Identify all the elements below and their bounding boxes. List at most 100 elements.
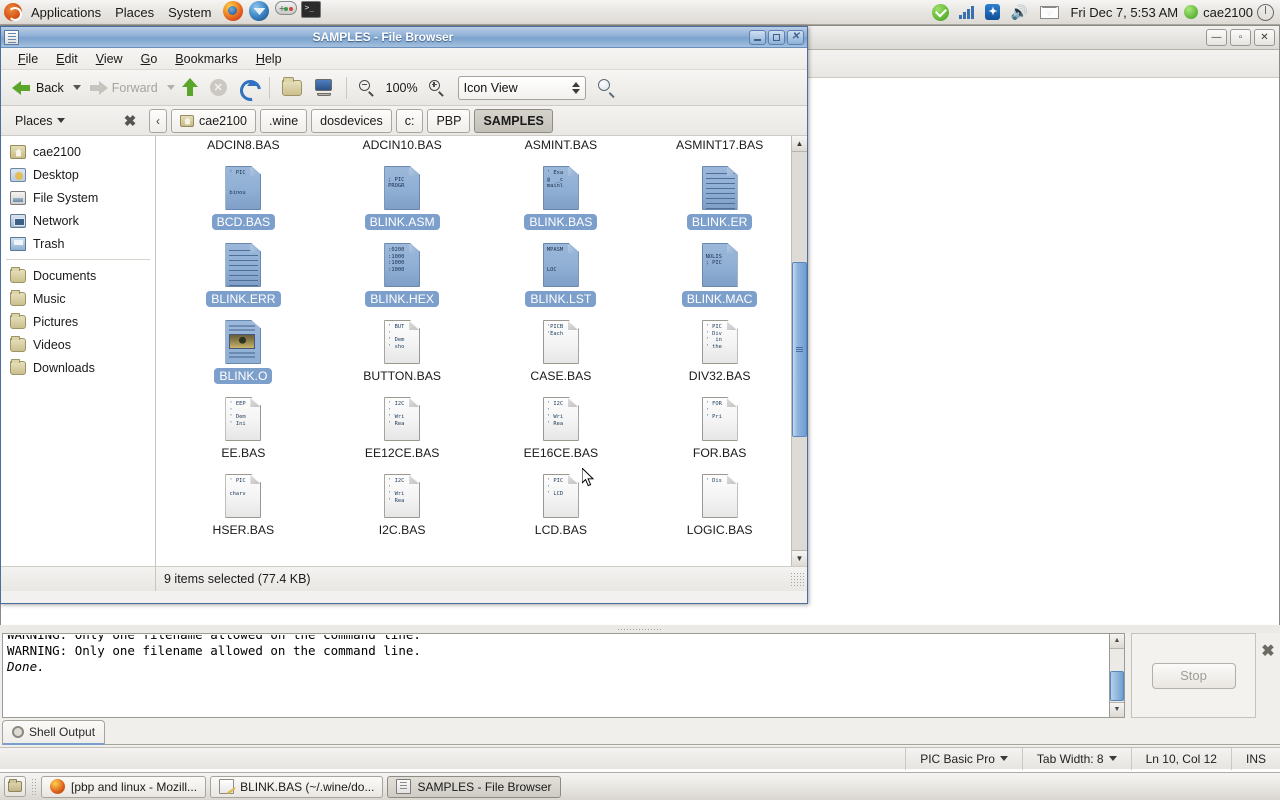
up-button[interactable] xyxy=(177,75,203,101)
file-item[interactable]: ' PIC ' Div ' in ' the DIV32.BAS xyxy=(640,316,799,393)
task-button-firefox[interactable]: [pbp and linux - Mozill... xyxy=(41,775,207,798)
gedit-maximize-button[interactable]: ▫ xyxy=(1230,29,1251,46)
show-desktop-icon[interactable] xyxy=(4,776,26,797)
file-item[interactable]: ' PIC charv HSER.BAS xyxy=(164,470,323,547)
home-button[interactable] xyxy=(277,76,307,99)
language-selector[interactable]: PIC Basic Pro xyxy=(905,747,1022,770)
breadcrumb-cae2100[interactable]: cae2100 xyxy=(171,108,256,133)
zoom-out-button[interactable] xyxy=(354,77,380,99)
scroll-up-arrow-icon[interactable]: ▲ xyxy=(792,136,807,152)
file-view-scrollbar[interactable]: ▲ ▼ xyxy=(791,136,807,566)
forward-dropdown-icon[interactable] xyxy=(166,85,175,90)
reload-button[interactable] xyxy=(234,76,262,100)
menu-go[interactable]: Go xyxy=(134,50,165,68)
sidebar-item-documents[interactable]: Documents xyxy=(1,264,155,287)
breadcrumb-dosdevices[interactable]: dosdevices xyxy=(311,108,392,133)
gedit-close-button[interactable]: ✕ xyxy=(1254,29,1275,46)
file-item[interactable]: ' I2C ' ' Wri ' Rea I2C.BAS xyxy=(323,470,482,547)
breadcrumb-pbp[interactable]: PBP xyxy=(427,108,471,133)
window-resize-grip[interactable] xyxy=(790,572,804,586)
file-item[interactable]: ' EEP ' ' Dem ' Ini EE.BAS xyxy=(164,393,323,470)
file-icon-view[interactable]: ADCIN8.BAS ADCIN10.BAS ASMINT.BAS ASMINT17.… xyxy=(156,136,807,566)
user-name[interactable]: cae2100 xyxy=(1203,5,1253,20)
back-button[interactable]: Back xyxy=(7,76,69,100)
zoom-level[interactable]: 100% xyxy=(382,81,422,95)
file-item[interactable]: NOLIS ; PIC BLINK.MAC xyxy=(640,239,799,316)
scroll-thumb[interactable] xyxy=(792,262,807,437)
terminal-icon[interactable] xyxy=(301,1,325,23)
sidebar-item-network[interactable]: Network xyxy=(1,209,155,232)
task-button-gedit[interactable]: BLINK.BAS (~/.wine/do... xyxy=(210,775,384,798)
stop-button[interactable]: Stop xyxy=(1151,662,1236,689)
menu-file[interactable]: File xyxy=(11,50,45,68)
scroll-down-arrow-icon[interactable]: ▼ xyxy=(792,550,807,566)
shell-scrollbar[interactable]: ▲ ▼ xyxy=(1110,633,1125,718)
menu-help[interactable]: Help xyxy=(249,50,289,68)
file-item[interactable]: ' Dis LOGIC.BAS xyxy=(640,470,799,547)
search-icon[interactable] xyxy=(597,78,616,99)
file-item[interactable]: ' FOR ' ' Pri FOR.BAS xyxy=(640,393,799,470)
menu-bookmarks[interactable]: Bookmarks xyxy=(168,50,245,68)
signal-strength-icon[interactable] xyxy=(959,5,975,19)
scroll-track[interactable] xyxy=(792,152,807,550)
sidebar-item-desktop[interactable]: Desktop xyxy=(1,163,155,186)
power-icon[interactable] xyxy=(1257,3,1274,21)
shell-output-text[interactable]: WARNING: Only one filename allowed on th… xyxy=(2,633,1110,718)
menu-applications[interactable]: Applications xyxy=(24,3,108,22)
file-item[interactable]: 'PICB 'Each CASE.BAS xyxy=(482,316,641,393)
gedit-minimize-button[interactable]: — xyxy=(1206,29,1227,46)
sidebar-item-videos[interactable]: Videos xyxy=(1,333,155,356)
file-browser-titlebar[interactable]: SAMPLES - File Browser ✕ xyxy=(1,27,807,48)
places-dropdown[interactable]: Places xyxy=(5,114,117,128)
breadcrumb-samples[interactable]: SAMPLES xyxy=(474,108,553,133)
close-button[interactable]: ✕ xyxy=(787,29,804,45)
firefox-icon[interactable] xyxy=(223,1,247,23)
minimize-button[interactable] xyxy=(749,29,766,45)
scroll-thumb[interactable] xyxy=(1110,671,1124,701)
file-item[interactable]: MPASM LOC BLINK.LST xyxy=(482,239,641,316)
file-browser-window[interactable]: SAMPLES - File Browser ✕ File Edit View … xyxy=(0,26,808,604)
menu-view[interactable]: View xyxy=(89,50,130,68)
file-item[interactable]: ASMINT.BAS xyxy=(482,136,641,162)
menu-places[interactable]: Places xyxy=(108,3,161,22)
update-check-icon[interactable] xyxy=(932,3,950,21)
file-item[interactable]: ; PIC PROGR BLINK.ASM xyxy=(323,162,482,239)
mail-icon[interactable] xyxy=(1040,5,1060,19)
maximize-button[interactable] xyxy=(768,29,785,45)
ubuntu-logo-icon[interactable] xyxy=(4,3,22,21)
file-item[interactable]: ' BUT ' ' Dem ' sho BUTTON.BAS xyxy=(323,316,482,393)
stop-button[interactable]: ✕ xyxy=(205,76,232,99)
computer-button[interactable] xyxy=(309,76,339,99)
scroll-down-arrow-icon[interactable]: ▼ xyxy=(1110,702,1124,717)
clock[interactable]: Fri Dec 7, 5:53 AM xyxy=(1070,5,1178,20)
sidebar-item-trash[interactable]: Trash xyxy=(1,232,155,255)
tab-width-selector[interactable]: Tab Width: 8 xyxy=(1021,747,1131,770)
file-item[interactable]: ADCIN10.BAS xyxy=(323,136,482,162)
file-item[interactable]: BLINK.ERR xyxy=(164,239,323,316)
task-button-file-browser[interactable]: SAMPLES - File Browser xyxy=(387,775,561,798)
scroll-track[interactable] xyxy=(1110,649,1124,702)
breadcrumb-prev-button[interactable]: ‹ xyxy=(149,108,167,133)
file-item[interactable]: ' I2C ' ' Wri ' Rea EE12CE.BAS xyxy=(323,393,482,470)
tab-shell-output[interactable]: Shell Output xyxy=(2,720,106,745)
volume-icon[interactable]: 🔊 xyxy=(1010,4,1030,20)
sidebar-item-file-system[interactable]: File System xyxy=(1,186,155,209)
file-item[interactable]: ' PIC ' ' LCD LCD.BAS xyxy=(482,470,641,547)
file-item[interactable]: ' PIC binou BCD.BAS xyxy=(164,162,323,239)
gamepad-icon[interactable] xyxy=(275,1,299,23)
bluetooth-icon[interactable]: ✦ xyxy=(985,4,1001,20)
pane-resize-grip[interactable] xyxy=(0,625,1280,633)
forward-button[interactable]: Forward xyxy=(83,76,163,100)
breadcrumb-c-drive[interactable]: c: xyxy=(395,108,424,133)
breadcrumb-wine[interactable]: .wine xyxy=(259,108,308,133)
file-item[interactable]: ASMINT17.BAS xyxy=(640,136,799,162)
menu-edit[interactable]: Edit xyxy=(49,50,85,68)
back-dropdown-icon[interactable] xyxy=(72,85,81,90)
thunderbird-icon[interactable] xyxy=(249,1,273,23)
sidebar-item-music[interactable]: Music xyxy=(1,287,155,310)
view-mode-select[interactable]: Icon View xyxy=(457,75,586,100)
sidebar-item-downloads[interactable]: Downloads xyxy=(1,356,155,379)
close-icon[interactable]: ✖ xyxy=(1256,633,1280,718)
user-status-icon[interactable] xyxy=(1184,5,1199,19)
file-item[interactable]: BLINK.ER xyxy=(640,162,799,239)
